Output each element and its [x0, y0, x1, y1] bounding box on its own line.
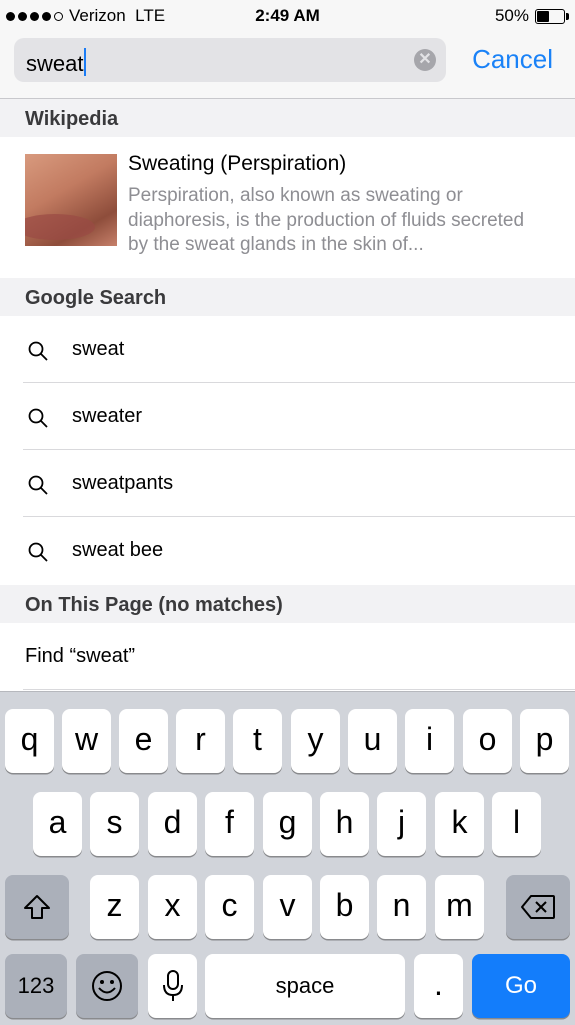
suggestion-row[interactable]: sweat bee — [0, 517, 575, 584]
wikipedia-thumbnail — [25, 154, 117, 246]
search-icon — [28, 542, 48, 562]
key-g[interactable]: g — [263, 792, 312, 856]
key-w[interactable]: w — [62, 709, 111, 773]
key-o[interactable]: o — [463, 709, 512, 773]
key-p[interactable]: p — [520, 709, 569, 773]
wikipedia-title: Sweating (Perspiration) — [128, 152, 347, 175]
suggestion-text: sweatpants — [72, 472, 174, 494]
section-header-google: Google Search — [0, 278, 575, 316]
suggestion-text: sweat — [72, 338, 125, 360]
suggestion-row[interactable]: sweater — [0, 383, 575, 450]
battery-info: 50% — [494, 6, 569, 26]
key-d[interactable]: d — [148, 792, 197, 856]
dictation-key[interactable] — [148, 954, 197, 1018]
search-icon — [28, 475, 48, 495]
key-b[interactable]: b — [320, 875, 369, 939]
suggestion-row[interactable]: sweat — [0, 316, 575, 383]
wikipedia-description: Perspiration, also known as sweating or … — [128, 185, 525, 255]
key-f[interactable]: f — [205, 792, 254, 856]
key-l[interactable]: l — [492, 792, 541, 856]
find-on-page-label: Find “sweat” — [25, 645, 136, 667]
key-k[interactable]: k — [435, 792, 484, 856]
shift-icon — [24, 895, 50, 919]
suggestion-text: sweat bee — [72, 539, 164, 561]
key-t[interactable]: t — [233, 709, 282, 773]
status-bar: Verizon LTE 2:49 AM 50% — [0, 0, 575, 32]
space-key[interactable]: space — [205, 954, 405, 1018]
key-u[interactable]: u — [348, 709, 397, 773]
key-j[interactable]: j — [377, 792, 426, 856]
emoji-key[interactable] — [76, 954, 138, 1018]
shift-key[interactable] — [5, 875, 69, 939]
cancel-button[interactable]: Cancel — [472, 44, 553, 75]
delete-key[interactable] — [506, 875, 570, 939]
key-h[interactable]: h — [320, 792, 369, 856]
key-q[interactable]: q — [5, 709, 54, 773]
emoji-icon — [92, 971, 122, 1001]
period-key[interactable]: . — [414, 954, 463, 1018]
key-n[interactable]: n — [377, 875, 426, 939]
go-key[interactable]: Go — [472, 954, 570, 1018]
clock: 2:49 AM — [255, 6, 320, 25]
key-a[interactable]: a — [33, 792, 82, 856]
delete-icon — [521, 895, 555, 919]
key-s[interactable]: s — [90, 792, 139, 856]
key-r[interactable]: r — [176, 709, 225, 773]
section-title: Google Search — [25, 287, 167, 309]
battery-icon — [535, 8, 569, 24]
find-on-page-row[interactable]: Find “sweat” — [0, 623, 575, 690]
battery-percent: 50% — [494, 6, 529, 25]
section-header-on-page: On This Page (no matches) — [0, 585, 575, 623]
search-query: sweat — [26, 51, 84, 76]
key-y[interactable]: y — [291, 709, 340, 773]
section-title: On This Page (no matches) — [25, 594, 283, 616]
search-input[interactable]: sweat ✕ — [14, 38, 446, 82]
key-v[interactable]: v — [263, 875, 312, 939]
search-icon — [28, 341, 48, 361]
microphone-icon — [162, 970, 183, 1001]
key-z[interactable]: z — [90, 875, 139, 939]
search-icon — [28, 408, 48, 428]
clear-search-icon[interactable]: ✕ — [414, 49, 436, 71]
suggestion-row[interactable]: sweatpants — [0, 450, 575, 517]
numbers-key[interactable]: 123 — [5, 954, 67, 1018]
section-header-wikipedia: Wikipedia — [0, 99, 575, 137]
text-caret — [84, 48, 87, 76]
key-c[interactable]: c — [205, 875, 254, 939]
suggestion-text: sweater — [72, 405, 143, 427]
section-title: Wikipedia — [25, 108, 119, 130]
keyboard: q w e r t y u i o p a s d f g h j k l z … — [0, 691, 575, 1025]
key-e[interactable]: e — [119, 709, 168, 773]
wikipedia-result[interactable]: Sweating (Perspiration) Perspiration, al… — [0, 137, 575, 277]
key-x[interactable]: x — [148, 875, 197, 939]
key-m[interactable]: m — [435, 875, 484, 939]
search-bar: sweat ✕ Cancel — [0, 32, 575, 99]
key-i[interactable]: i — [405, 709, 454, 773]
